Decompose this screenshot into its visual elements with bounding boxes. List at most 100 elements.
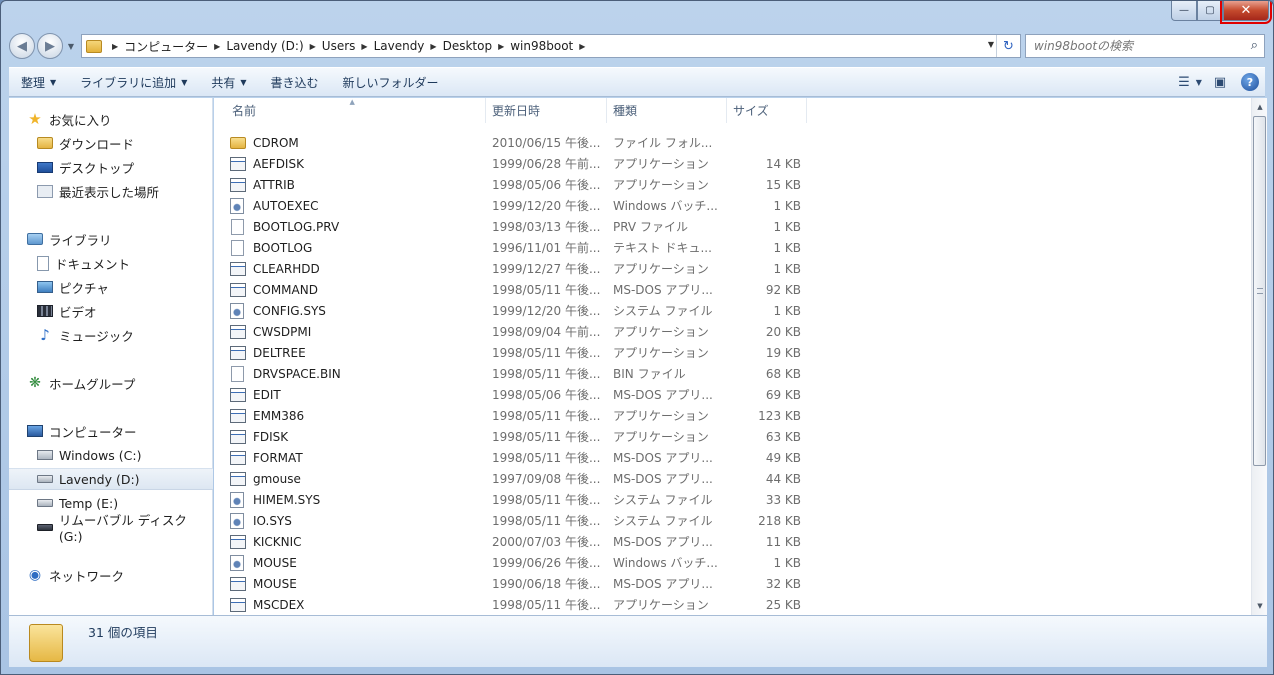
scroll-up-icon[interactable]: ▲ [1252, 99, 1268, 115]
scroll-down-icon[interactable]: ▼ [1252, 598, 1268, 614]
file-date: 1998/05/11 午後... [492, 430, 601, 444]
back-arrow-icon: ◀ [17, 38, 27, 54]
share-button[interactable]: 共有 ▼ [199, 68, 258, 96]
chevron-right-icon[interactable]: ▶ [214, 42, 220, 51]
file-row[interactable]: BOOTLOG 1996/11/01 午前... テキスト ドキュ... 1 KB [230, 237, 801, 258]
minimize-button[interactable]: — [1171, 1, 1197, 21]
address-history-dropdown[interactable]: ▼ [988, 40, 994, 49]
column-type[interactable]: 種類 [607, 98, 727, 123]
file-row[interactable]: EDIT 1998/05/06 午後... MS-DOS アプリ... 69 KB [230, 384, 801, 405]
help-icon: ? [1241, 73, 1259, 91]
file-row[interactable]: CDROM 2010/06/15 午後... ファイル フォル... [230, 132, 801, 153]
breadcrumb-computer[interactable]: ▶ コンピューター [106, 38, 208, 55]
desktop-icon [37, 161, 53, 173]
file-row[interactable]: DRVSPACE.BIN 1998/05/11 午後... BIN ファイル 68 K… [230, 363, 801, 384]
nav-downloads[interactable]: ダウンロード [9, 132, 213, 154]
file-row[interactable]: AEFDISK 1999/06/28 午前... アプリケーション 14 KB [230, 153, 801, 174]
hard-drive-icon [37, 499, 53, 507]
column-name[interactable]: ▲ 名前 [214, 98, 486, 123]
nav-desktop[interactable]: デスクトップ [9, 156, 213, 178]
nav-favorites[interactable]: ★ お気に入り [9, 108, 213, 130]
file-name: COMMAND [230, 282, 486, 297]
column-date[interactable]: 更新日時 [486, 98, 607, 123]
breadcrumb-desktop[interactable]: ▶ Desktop [424, 39, 492, 53]
nav-pictures[interactable]: ピクチャ [9, 276, 213, 298]
file-type: BIN ファイル [613, 367, 686, 381]
help-button[interactable]: ? [1235, 70, 1265, 94]
chevron-right-icon[interactable]: ▶ [430, 42, 436, 51]
chevron-right-icon[interactable]: ▶ [112, 42, 118, 51]
refresh-icon[interactable]: ↻ [996, 35, 1020, 57]
column-size[interactable]: サイズ [727, 98, 807, 123]
file-date: 1996/11/01 午前... [492, 241, 601, 255]
chevron-right-icon[interactable]: ▶ [310, 42, 316, 51]
nav-network[interactable]: ◉ ネットワーク [9, 564, 213, 586]
file-row[interactable]: IO.SYS 1998/05/11 午後... システム ファイル 218 KB [230, 510, 801, 531]
nav-homegroup[interactable]: ❋ ホームグループ [9, 372, 213, 394]
burn-button[interactable]: 書き込む [259, 68, 331, 96]
nav-music[interactable]: ♪ ミュージック [9, 324, 213, 346]
file-row[interactable]: MOUSE 1990/06/18 午後... MS-DOS アプリ... 32 KB [230, 573, 801, 594]
close-button[interactable]: ✕ [1220, 1, 1272, 24]
search-icon[interactable]: ⌕ [1251, 38, 1258, 53]
breadcrumb-user[interactable]: ▶ Lavendy [355, 39, 424, 53]
file-row[interactable]: MOUSE 1999/06/26 午後... Windows バッチ... 1 KB [230, 552, 801, 573]
file-type: アプリケーション [613, 430, 709, 444]
back-button[interactable]: ◀ [9, 33, 35, 59]
breadcrumb-win98boot[interactable]: ▶ win98boot ▶ [492, 39, 591, 53]
file-name: CWSDPMI [230, 324, 486, 339]
file-size: 15 KB [765, 177, 801, 192]
file-type: アプリケーション [613, 157, 709, 171]
file-row[interactable]: DELTREE 1998/05/11 午後... アプリケーション 19 KB [230, 342, 801, 363]
folder-icon [86, 39, 102, 53]
file-size: 1 KB [773, 219, 801, 234]
forward-button[interactable]: ▶ [37, 33, 63, 59]
homegroup-icon: ❋ [29, 375, 41, 391]
preview-pane-button[interactable]: ▣ [1205, 70, 1235, 94]
add-to-library-button[interactable]: ライブラリに追加 ▼ [68, 68, 199, 96]
maximize-button[interactable]: ▢ [1197, 1, 1223, 21]
search-box[interactable]: ⌕ [1025, 34, 1265, 58]
nav-drive-g[interactable]: リムーバブル ディスク (G:) [9, 513, 213, 544]
breadcrumb-users[interactable]: ▶ Users [304, 39, 356, 53]
file-type: Windows バッチ... [613, 199, 718, 213]
file-row[interactable]: FORMAT 1998/05/11 午後... MS-DOS アプリ... 49 KB [230, 447, 801, 468]
file-row[interactable]: CWSDPMI 1998/09/04 午前... アプリケーション 20 KB [230, 321, 801, 342]
chevron-right-icon[interactable]: ▶ [361, 42, 367, 51]
nav-libraries[interactable]: ライブラリ [9, 228, 213, 250]
recent-pages-dropdown[interactable]: ▼ [65, 42, 77, 51]
nav-recent-places[interactable]: 最近表示した場所 [9, 180, 213, 202]
scrollbar-thumb[interactable] [1253, 116, 1266, 466]
nav-videos[interactable]: ビデオ [9, 300, 213, 322]
address-bar[interactable]: ▶ コンピューター ▶ Lavendy (D:) ▶ Users ▶ Lavendy ▶… [81, 34, 1021, 58]
file-row[interactable]: MSCDEX 1998/05/11 午後... アプリケーション 25 KB [230, 594, 801, 615]
nav-computer[interactable]: コンピューター [9, 420, 213, 442]
file-row[interactable]: ATTRIB 1998/05/06 午後... アプリケーション 15 KB [230, 174, 801, 195]
file-row[interactable]: BOOTLOG.PRV 1998/03/13 午後... PRV ファイル 1 KB [230, 216, 801, 237]
chevron-right-icon[interactable]: ▶ [579, 42, 585, 51]
organize-button[interactable]: 整理 ▼ [9, 68, 68, 96]
nav-drive-c[interactable]: Windows (C:) [9, 444, 213, 466]
file-row[interactable]: KICKNIC 2000/07/03 午後... MS-DOS アプリ... 11 K… [230, 531, 801, 552]
nav-documents[interactable]: ドキュメント [9, 252, 213, 274]
file-row[interactable]: EMM386 1998/05/11 午後... アプリケーション 123 KB [230, 405, 801, 426]
file-row[interactable]: FDISK 1998/05/11 午後... アプリケーション 63 KB [230, 426, 801, 447]
view-options-button[interactable]: ☰ ▼ [1175, 70, 1205, 94]
chevron-right-icon[interactable]: ▶ [498, 42, 504, 51]
file-row[interactable]: COMMAND 1998/05/11 午後... MS-DOS アプリ... 92 K… [230, 279, 801, 300]
file-type: システム ファイル [613, 304, 713, 318]
file-row[interactable]: CONFIG.SYS 1999/12/20 午後... システム ファイル 1 KB [230, 300, 801, 321]
vertical-scrollbar[interactable]: ▲ ▼ [1251, 98, 1267, 615]
breadcrumb-drive[interactable]: ▶ Lavendy (D:) [208, 39, 303, 53]
file-name: BOOTLOG [230, 239, 486, 256]
file-row[interactable]: gmouse 1997/09/08 午後... MS-DOS アプリ... 44 KB [230, 468, 801, 489]
file-row[interactable]: HIMEM.SYS 1998/05/11 午後... システム ファイル 33 KB [230, 489, 801, 510]
search-input[interactable] [1026, 35, 1264, 57]
scroll-grip-icon [1257, 288, 1263, 294]
nav-drive-d[interactable]: Lavendy (D:) [9, 468, 213, 490]
new-folder-button[interactable]: 新しいフォルダー [331, 68, 451, 96]
file-row[interactable]: CLEARHDD 1999/12/27 午後... アプリケーション 1 KB [230, 258, 801, 279]
file-date: 1998/03/13 午後... [492, 220, 601, 234]
file-row[interactable]: AUTOEXEC 1999/12/20 午後... Windows バッチ... 1 … [230, 195, 801, 216]
file-size: 1 KB [773, 303, 801, 318]
